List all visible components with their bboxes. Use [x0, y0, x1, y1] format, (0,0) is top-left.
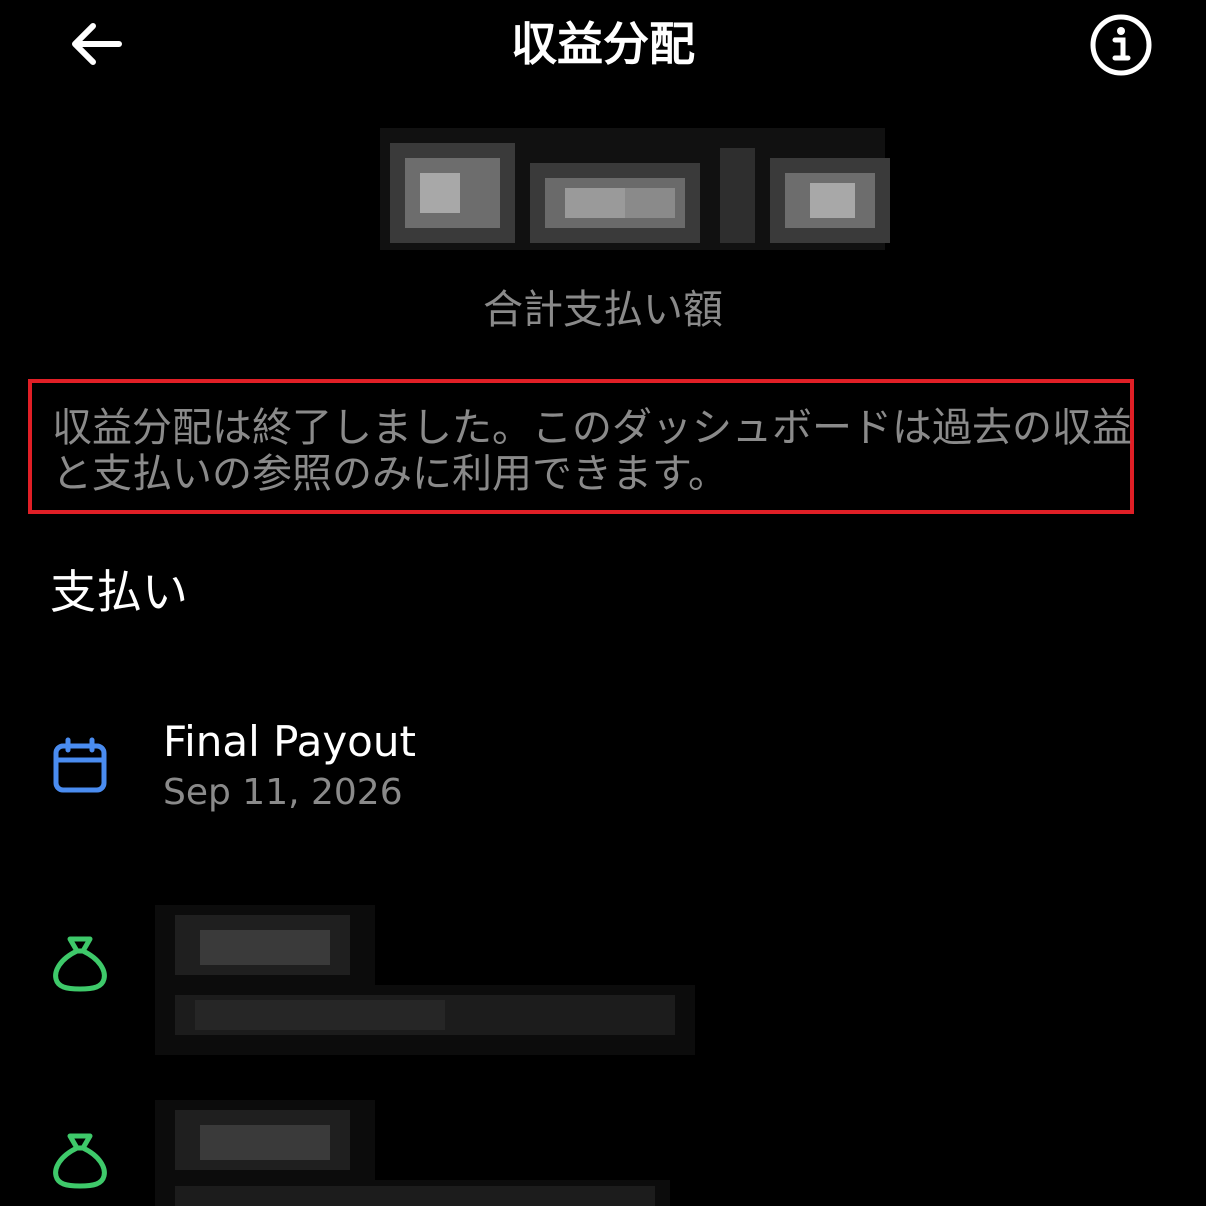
notice-text: 収益分配は終了しました。このダッシュボードは過去の収益と支払いの参照のみに利用で…	[52, 405, 1132, 497]
money-bag-icon	[53, 936, 107, 992]
money-bag-icon	[53, 1133, 107, 1189]
payout-details-redacted	[155, 905, 695, 1055]
payout-row[interactable]	[0, 1100, 1206, 1206]
total-amount-redacted	[360, 118, 905, 260]
payout-row-final[interactable]: Final Payout Sep 11, 2026	[0, 710, 1206, 820]
payouts-section-title: 支払い	[50, 565, 188, 619]
payout-details-redacted	[155, 1100, 670, 1206]
total-payout-label: 合計支払い額	[483, 287, 723, 333]
info-circle-icon	[1090, 14, 1152, 76]
calendar-icon	[53, 737, 107, 793]
payout-row[interactable]	[0, 905, 1206, 1065]
payout-date: Sep 11, 2026	[163, 772, 403, 813]
program-ended-notice: 収益分配は終了しました。このダッシュボードは過去の収益と支払いの参照のみに利用で…	[28, 379, 1134, 514]
top-app-bar: 収益分配	[0, 0, 1206, 90]
page-title: 収益分配	[511, 17, 695, 71]
payout-title: Final Payout	[163, 717, 416, 766]
info-button[interactable]	[1088, 12, 1154, 78]
